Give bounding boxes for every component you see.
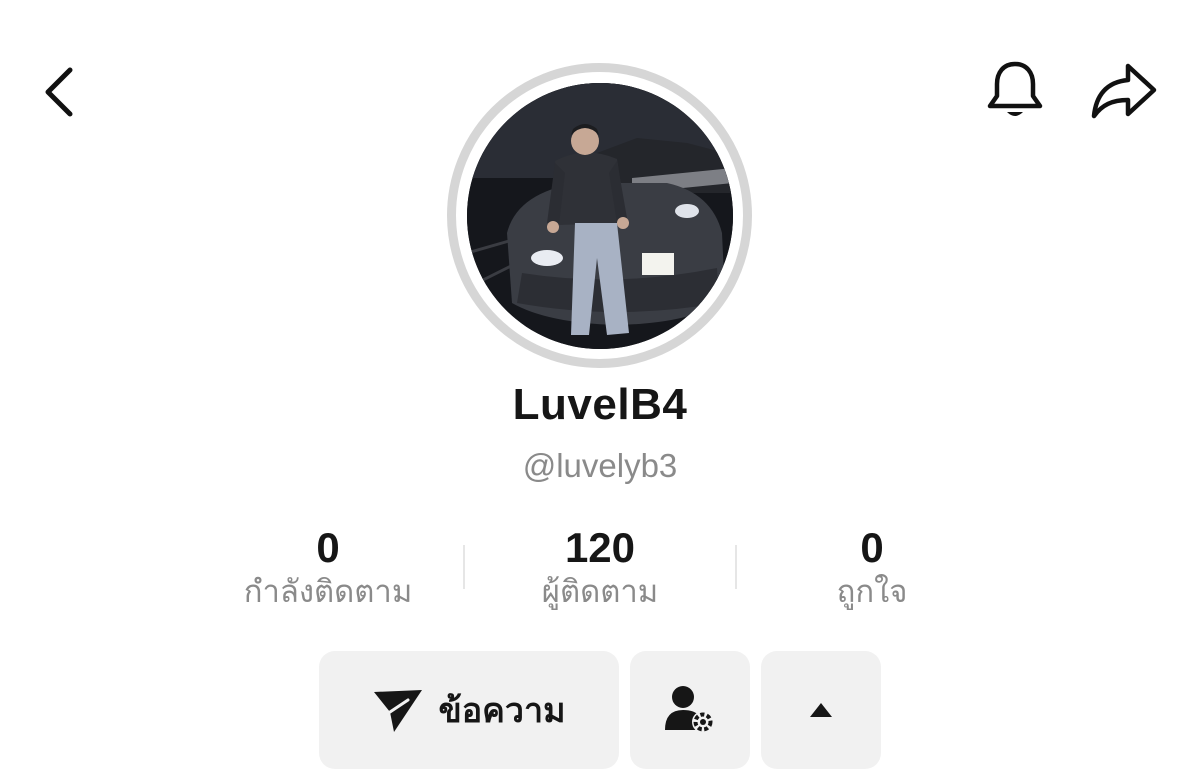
back-button[interactable] [36,62,86,122]
stat-value: 120 [564,524,636,571]
share-button[interactable] [1088,58,1160,124]
stat-label: กำลังติดตาม [243,574,413,609]
caret-up-icon [810,703,832,717]
bell-icon [987,61,1043,116]
profile-page: LuvelB4 @luvelyb3 0 กำลังติดตาม 120 ผู้ต… [0,0,1200,775]
avatar-photo [466,82,733,349]
username-handle: @luvelyb3 [522,447,678,484]
stat-label: ผู้ติดตาม [541,574,659,609]
stat-label: ถูกใจ [836,574,908,609]
message-button-label: ข้อความ [438,692,566,730]
display-name: LuvelB4 [512,380,688,429]
stat-followers[interactable]: 120 ผู้ติดตาม [464,523,736,613]
message-button[interactable]: ข้อความ [319,651,619,769]
stat-value: 0 [316,524,340,571]
notification-button[interactable] [982,58,1048,124]
chevron-left-icon [45,67,73,117]
profile-avatar[interactable] [447,63,752,368]
share-arrow-icon [1091,63,1157,119]
more-options-button[interactable] [761,651,881,769]
profile-stats: 0 กำลังติดตาม 120 ผู้ติดตาม 0 ถูกใจ [192,523,1008,618]
stat-value: 0 [860,524,884,571]
stat-likes[interactable]: 0 ถูกใจ [736,523,1008,613]
follow-settings-button[interactable] [630,651,750,769]
user-gear-icon [665,686,714,733]
send-arrow-icon [374,690,423,732]
stat-following[interactable]: 0 กำลังติดตาม [192,523,464,613]
